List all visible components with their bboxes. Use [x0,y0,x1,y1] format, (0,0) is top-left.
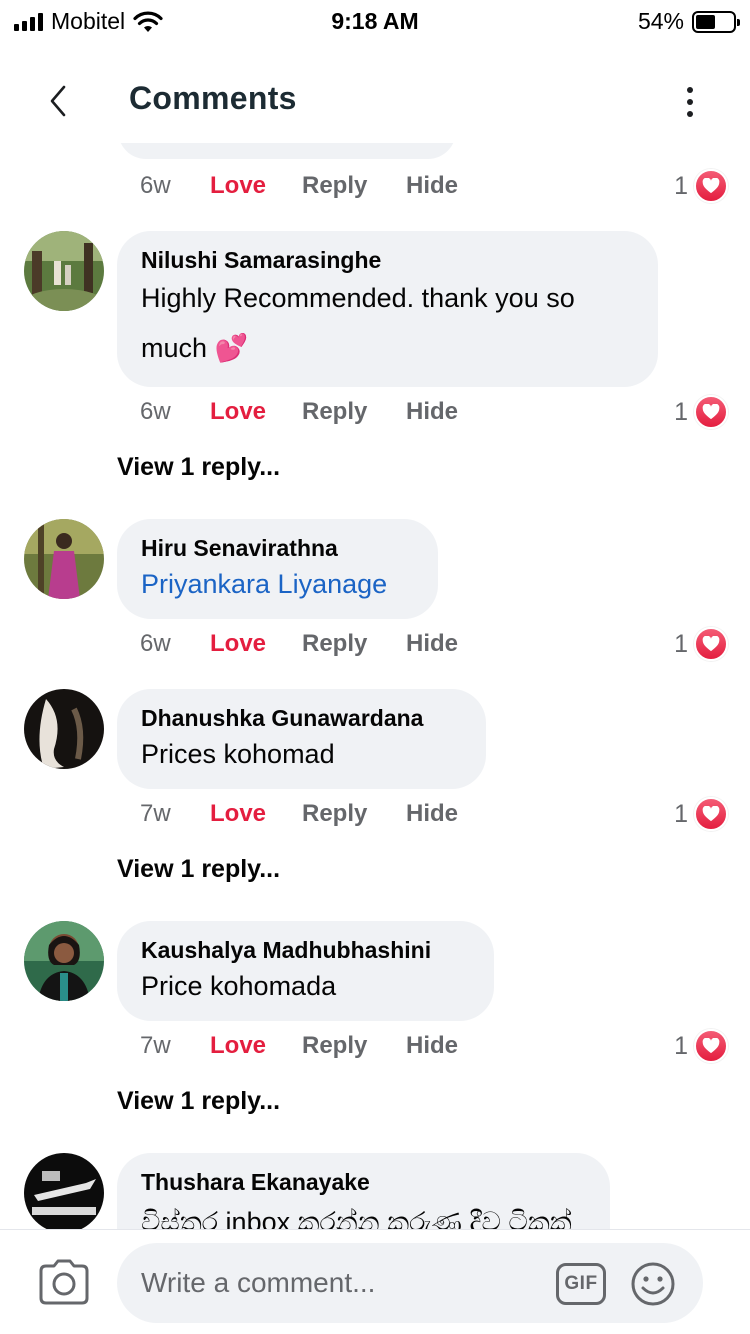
comment-author[interactable]: Kaushalya Madhubhashini [141,937,470,964]
heart-icon [694,395,728,429]
comment-text: Highly Recommended. thank you so [141,283,575,313]
comment-text: Price kohomada [141,971,337,1001]
comment-actions: 6w Love Reply Hide [140,168,458,204]
heart-icon [694,627,728,661]
status-bar: Mobitel 9:18 AM 54% [0,0,750,42]
battery-percent: 54% [637,8,684,34]
comment-bubble[interactable]: Thushara Ekanayake විස්තර inbox කරන්න කර… [117,1153,610,1229]
emoji-icon [631,1262,675,1306]
reply-button[interactable]: Reply [302,398,406,426]
comment-bubble[interactable]: Nilushi Samarasinghe Highly Recommended.… [117,231,658,387]
reaction-summary[interactable]: 1 [674,394,728,430]
view-replies-link[interactable]: View 1 reply... [117,453,280,482]
comment-author[interactable]: Hiru Senavirathna [141,535,414,562]
hide-button[interactable]: Hide [406,172,458,200]
comment-bubble[interactable]: Dhanushka Gunawardana Prices kohomad [117,689,486,789]
reply-button[interactable]: Reply [302,172,406,200]
love-button[interactable]: Love [210,800,302,828]
page-title: Comments [129,80,297,116]
wifi-icon [133,11,163,32]
comment-author[interactable]: Thushara Ekanayake [141,1169,586,1196]
header: Comments [0,50,750,150]
comment-time: 6w [140,630,171,657]
comment-author[interactable]: Nilushi Samarasinghe [141,247,634,274]
comment-actions: 7w Love Reply Hide [140,796,458,832]
hide-button[interactable]: Hide [406,800,458,828]
heart-icon [694,797,728,831]
heart-icon [694,1029,728,1063]
comment-actions: 7w Love Reply Hide [140,1028,458,1064]
hide-button[interactable]: Hide [406,398,458,426]
signal-icon [14,12,43,31]
reaction-summary[interactable]: 1 [674,168,728,204]
reaction-count: 1 [674,799,688,828]
comment-text: much 💕 [141,333,249,363]
more-vertical-icon [687,87,693,93]
chevron-left-icon [50,85,66,117]
love-button[interactable]: Love [210,630,302,658]
reaction-count: 1 [674,1031,688,1060]
reaction-count: 1 [674,397,688,426]
comment-text: Prices kohomad [141,739,335,769]
carrier-name: Mobitel [51,8,126,34]
comments-list[interactable]: 6w Love Reply Hide 1 Nilushi Samarasingh… [0,143,750,1229]
love-button[interactable]: Love [210,172,302,200]
comment-bubble [118,143,456,159]
comment-composer: GIF [0,1229,750,1334]
comment-bubble[interactable]: Hiru Senavirathna Priyankara Liyanage [117,519,438,619]
comment-time: 7w [140,1032,171,1059]
reaction-summary[interactable]: 1 [674,1028,728,1064]
reaction-count: 1 [674,171,688,200]
view-replies-link[interactable]: View 1 reply... [117,855,280,884]
comment-time: 6w [140,172,171,199]
reaction-summary[interactable]: 1 [674,796,728,832]
love-button[interactable]: Love [210,398,302,426]
reply-button[interactable]: Reply [302,630,406,658]
view-replies-link[interactable]: View 1 reply... [117,1087,280,1116]
avatar[interactable] [24,921,104,1001]
heart-icon [694,169,728,203]
comment-bubble[interactable]: Kaushalya Madhubhashini Price kohomada [117,921,494,1021]
comment-time: 6w [140,398,171,425]
love-button[interactable]: Love [210,1032,302,1060]
gif-button[interactable]: GIF [556,1263,606,1305]
mention-link[interactable]: Priyankara Liyanage [141,562,414,606]
comment-input[interactable] [117,1243,703,1323]
comment-actions: 6w Love Reply Hide [140,394,458,430]
avatar[interactable] [24,689,104,769]
avatar[interactable] [24,519,104,599]
camera-button[interactable] [38,1258,90,1306]
camera-icon [39,1259,89,1305]
comment-text: විස්තර inbox කරන්න කරුණ දීව ටිකක් [141,1207,572,1229]
more-options-button[interactable] [670,80,710,124]
reply-button[interactable]: Reply [302,800,406,828]
back-button[interactable] [30,75,86,127]
hide-button[interactable]: Hide [406,630,458,658]
reply-button[interactable]: Reply [302,1032,406,1060]
reaction-summary[interactable]: 1 [674,626,728,662]
comment-actions: 6w Love Reply Hide [140,626,458,662]
avatar[interactable] [24,1153,104,1229]
reaction-count: 1 [674,629,688,658]
comment-time: 7w [140,800,171,827]
emoji-button[interactable] [630,1261,676,1307]
hide-button[interactable]: Hide [406,1032,458,1060]
battery-icon [692,10,740,33]
comment-author[interactable]: Dhanushka Gunawardana [141,705,462,732]
avatar[interactable] [24,231,104,311]
